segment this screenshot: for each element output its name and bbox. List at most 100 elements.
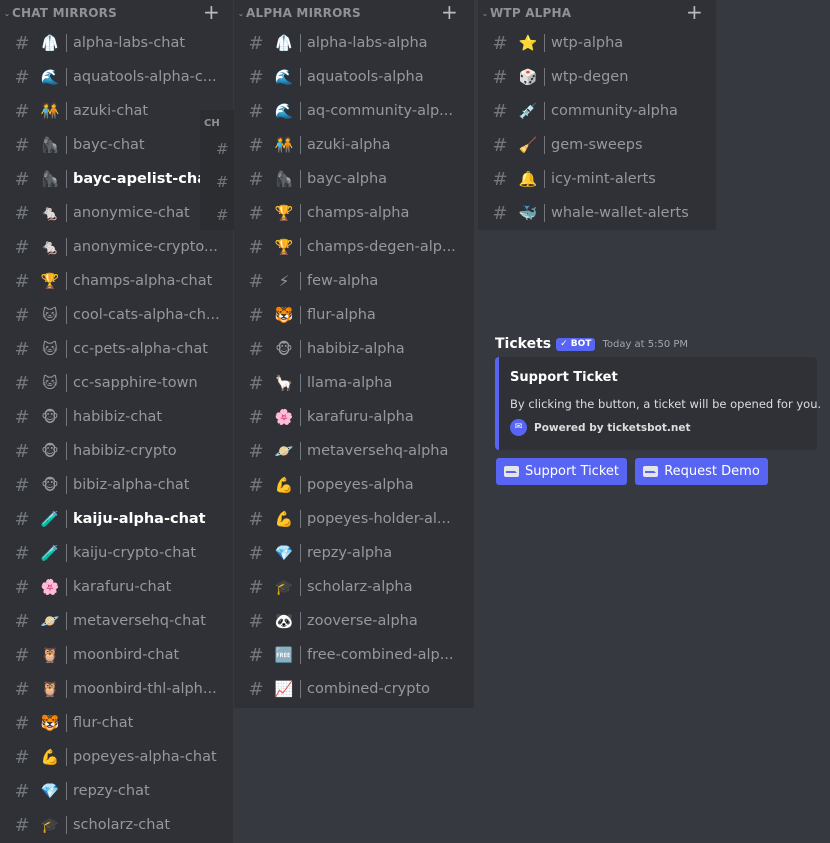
channel-item[interactable]: # 💪 popeyes-alpha xyxy=(234,468,474,502)
request-demo-button[interactable]: Request Demo xyxy=(635,458,768,485)
channel-separator xyxy=(300,680,301,698)
channel-item[interactable]: # 🌸 karafuru-chat xyxy=(0,570,233,604)
channel-item[interactable]: # 🥼 alpha-labs-alpha xyxy=(234,26,474,60)
channel-item[interactable]: # 🐱 cc-sapphire-town xyxy=(0,366,233,400)
hash-icon: # xyxy=(248,474,264,496)
channel-emoji-icon: 🧑‍🤝‍🧑 xyxy=(274,136,294,154)
channel-item[interactable]: # 🧪 kaiju-alpha-chat xyxy=(0,502,233,536)
channel-emoji-icon: 🐵 xyxy=(41,408,59,426)
channel-emoji-icon: 🧑‍🤝‍🧑 xyxy=(40,102,60,120)
channel-item[interactable]: # 🐼 zooverse-alpha xyxy=(234,604,474,638)
channel-item[interactable]: # 🌊 aq-community-alp... xyxy=(234,94,474,128)
category-header[interactable]: ⌄ WTP ALPHA + xyxy=(478,0,716,26)
channel-item[interactable]: # 🪐 metaversehq-alpha xyxy=(234,434,474,468)
channel-separator xyxy=(66,476,67,494)
channel-item[interactable]: # 🐵 bibiz-alpha-chat xyxy=(0,468,233,502)
channel-separator xyxy=(300,272,301,290)
channel-name: karafuru-alpha xyxy=(307,409,414,425)
hash-icon: # xyxy=(14,338,30,360)
channel-item[interactable]: # 🆓 free-combined-alp... xyxy=(234,638,474,672)
category-header[interactable]: ⌄ CHAT MIRRORS + xyxy=(0,0,233,26)
hash-icon: # xyxy=(248,644,264,666)
channel-emoji-icon: ⚡ xyxy=(278,272,290,290)
channel-item[interactable]: # 🏆 champs-degen-alp... xyxy=(234,230,474,264)
add-channel-icon[interactable]: + xyxy=(203,1,220,23)
channel-column-alpha-mirrors: ⌄ ALPHA MIRRORS + # 🥼 alpha-labs-alpha # 🌊 aq… xyxy=(234,0,474,708)
channel-name: kaiju-alpha-chat xyxy=(73,511,206,527)
channel-item[interactable]: # 🐁 anonymice-chat xyxy=(0,196,233,230)
channel-separator xyxy=(544,68,545,86)
channel-name: community-alpha xyxy=(551,103,678,119)
category-header[interactable]: ⌄ ALPHA MIRRORS + xyxy=(234,0,474,26)
channel-separator xyxy=(300,68,301,86)
add-channel-icon[interactable]: + xyxy=(686,1,703,23)
hash-icon: # xyxy=(14,134,30,156)
channel-item[interactable]: # 🧪 kaiju-crypto-chat xyxy=(0,536,233,570)
channel-column-wtp-alpha: ⌄ WTP ALPHA + # ⭐ wtp-alpha # 🎲 wtp-degen # 💉 co… xyxy=(478,0,716,230)
channel-name: champs-alpha-chat xyxy=(73,273,213,289)
channel-emoji-icon: 🧪 xyxy=(40,510,60,528)
channel-item[interactable]: # 🐵 habibiz-alpha xyxy=(234,332,474,366)
channel-separator xyxy=(300,578,301,596)
message-author[interactable]: Tickets xyxy=(495,336,551,352)
channel-item[interactable]: # 🐱 cool-cats-alpha-ch... xyxy=(0,298,233,332)
channel-item[interactable]: # 🎓 scholarz-alpha xyxy=(234,570,474,604)
channel-item[interactable]: # 🐵 habibiz-crypto xyxy=(0,434,233,468)
channel-item[interactable]: # 🔔 icy-mint-alerts xyxy=(478,162,716,196)
channel-emoji-icon: 🥼 xyxy=(274,34,294,52)
channel-item[interactable]: # 💉 community-alpha xyxy=(478,94,716,128)
channel-item[interactable]: # 🦉 moonbird-chat xyxy=(0,638,233,672)
channel-item[interactable]: # 🐯 flur-chat xyxy=(0,706,233,740)
hash-icon: # xyxy=(14,576,30,598)
channel-item[interactable]: # 🦍 bayc-chat xyxy=(0,128,233,162)
hash-icon: # xyxy=(14,100,30,122)
channel-item[interactable]: # 🌊 aquatools-alpha-c... xyxy=(0,60,233,94)
channel-item[interactable]: # 🧹 gem-sweeps xyxy=(478,128,716,162)
channel-name: kaiju-crypto-chat xyxy=(73,545,197,561)
channel-name: flur-alpha xyxy=(307,307,376,323)
button-label: Support Ticket xyxy=(525,464,619,479)
channel-item[interactable]: # 💎 repzy-chat xyxy=(0,774,233,808)
channel-emoji-icon: 🐁 xyxy=(40,204,60,222)
channel-emoji-icon: 💪 xyxy=(274,510,294,528)
channel-item[interactable]: # 🎓 scholarz-chat xyxy=(0,808,233,842)
channel-item[interactable]: # 🦍 bayc-alpha xyxy=(234,162,474,196)
channel-separator xyxy=(300,204,301,222)
channel-emoji-icon: 💉 xyxy=(518,102,538,120)
channel-name: habibiz-chat xyxy=(73,409,163,425)
hash-icon: # xyxy=(492,66,508,88)
channel-item[interactable]: # 💎 repzy-alpha xyxy=(234,536,474,570)
channel-item[interactable]: # 🐯 flur-alpha xyxy=(234,298,474,332)
bot-message: Tickets ✓ BOT Today at 5:50 PM Support T… xyxy=(495,334,821,485)
channel-item[interactable]: # 🦉 moonbird-thl-alph... xyxy=(0,672,233,706)
channel-item[interactable]: # 🦙 llama-alpha xyxy=(234,366,474,400)
channel-item[interactable]: # 💪 popeyes-holder-al... xyxy=(234,502,474,536)
channel-emoji-icon: 🏆 xyxy=(274,238,294,256)
hash-icon: # xyxy=(14,32,30,54)
channel-item[interactable]: # 🧑‍🤝‍🧑 azuki-alpha xyxy=(234,128,474,162)
channel-item[interactable]: # 🏆 champs-alpha-chat xyxy=(0,264,233,298)
channel-item[interactable]: # 🐵 habibiz-chat xyxy=(0,400,233,434)
channel-separator xyxy=(66,578,67,596)
chevron-down-icon: ⌄ xyxy=(3,8,11,18)
channel-item[interactable]: # ⭐ wtp-alpha xyxy=(478,26,716,60)
channel-item[interactable]: # 📈 combined-crypto xyxy=(234,672,474,706)
hash-icon: # xyxy=(248,508,264,530)
channel-item[interactable]: # 🦍 bayc-apelist-chat xyxy=(0,162,233,196)
channel-separator xyxy=(300,612,301,630)
channel-item[interactable]: # 🐳 whale-wallet-alerts xyxy=(478,196,716,230)
channel-item[interactable]: # 🧑‍🤝‍🧑 azuki-chat xyxy=(0,94,233,128)
channel-item[interactable]: # 🐱 cc-pets-alpha-chat xyxy=(0,332,233,366)
support-ticket-button[interactable]: Support Ticket xyxy=(496,458,627,485)
channel-item[interactable]: # 🐁 anonymice-crypto... xyxy=(0,230,233,264)
channel-item[interactable]: # 🌸 karafuru-alpha xyxy=(234,400,474,434)
channel-item[interactable]: # 🌊 aquatools-alpha xyxy=(234,60,474,94)
channel-item[interactable]: # 🎲 wtp-degen xyxy=(478,60,716,94)
add-channel-icon[interactable]: + xyxy=(441,1,458,23)
embed-title: Support Ticket xyxy=(510,370,618,385)
channel-item[interactable]: # ⚡ few-alpha xyxy=(234,264,474,298)
channel-item[interactable]: # 🪐 metaversehq-chat xyxy=(0,604,233,638)
channel-item[interactable]: # 🏆 champs-alpha xyxy=(234,196,474,230)
channel-item[interactable]: # 💪 popeyes-alpha-chat xyxy=(0,740,233,774)
channel-item[interactable]: # 🥼 alpha-labs-chat xyxy=(0,26,233,60)
